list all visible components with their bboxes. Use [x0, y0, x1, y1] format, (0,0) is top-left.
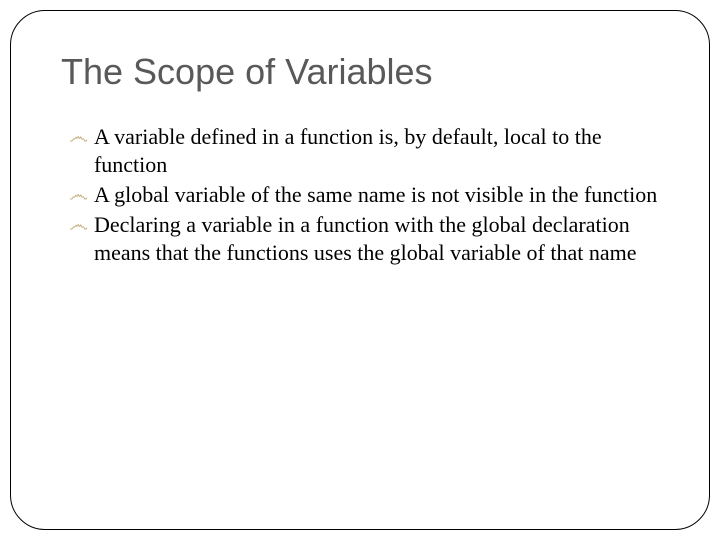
bullet-icon: ෴ [69, 181, 88, 209]
bullet-item: ෴ A variable defined in a function is, b… [69, 123, 659, 179]
bullet-icon: ෴ [69, 211, 88, 239]
bullet-icon: ෴ [69, 123, 88, 151]
bullet-item: ෴ Declaring a variable in a function wit… [69, 211, 659, 267]
bullet-text: A global variable of the same name is no… [94, 181, 657, 209]
bullet-text: Declaring a variable in a function with … [94, 211, 659, 267]
bullet-item: ෴ A global variable of the same name is … [69, 181, 659, 209]
bullet-text: A variable defined in a function is, by … [94, 123, 659, 179]
slide-body: ෴ A variable defined in a function is, b… [61, 123, 659, 267]
slide-title: The Scope of Variables [61, 51, 659, 93]
slide-frame: The Scope of Variables ෴ A variable defi… [10, 10, 710, 530]
